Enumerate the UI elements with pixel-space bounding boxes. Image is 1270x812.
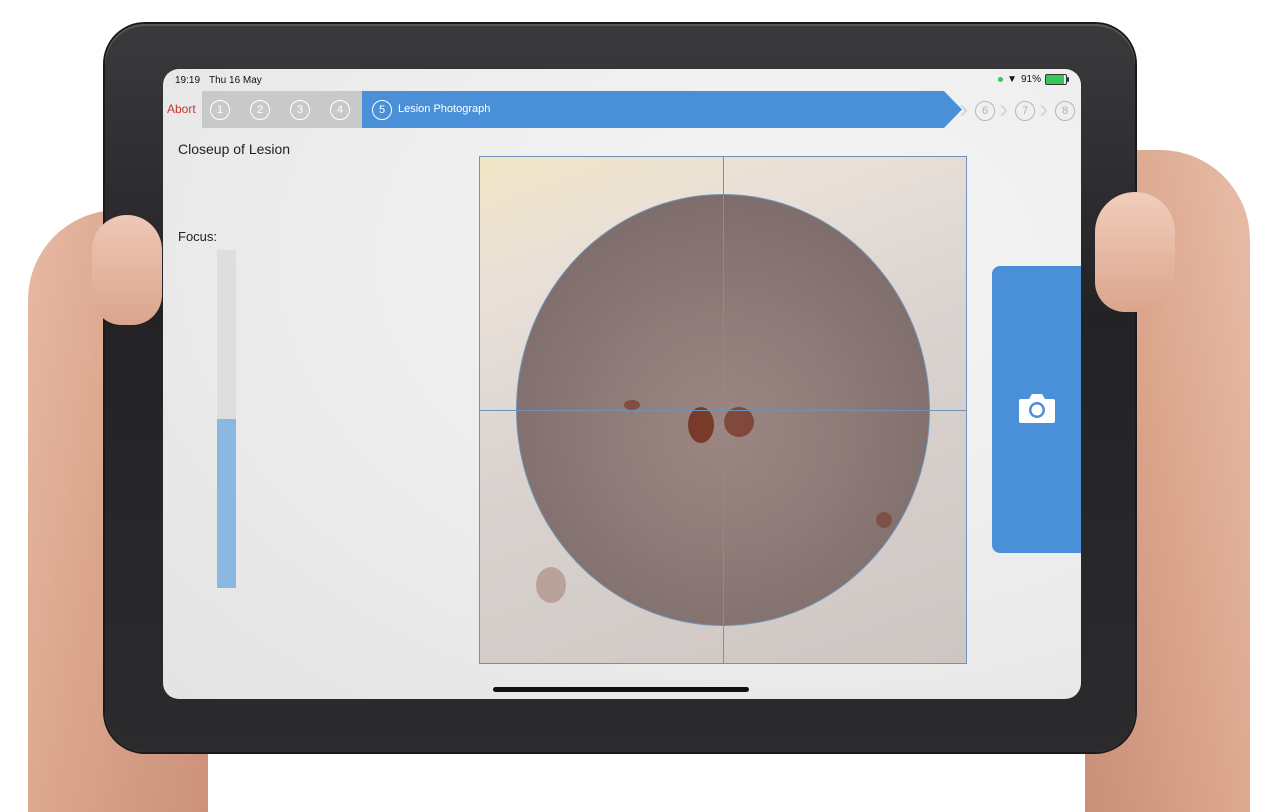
step-6: 6 xyxy=(975,101,995,121)
step-7: 7 xyxy=(1015,101,1035,121)
completed-steps: 1 2 3 4 xyxy=(202,91,362,128)
lesion-spot xyxy=(688,407,714,443)
camera-icon xyxy=(1019,394,1055,423)
current-step-label: Lesion Photograph xyxy=(398,103,491,115)
step-4[interactable]: 4 xyxy=(330,100,350,120)
lesion-spot xyxy=(624,400,640,410)
camera-active-dot xyxy=(998,77,1004,82)
wifi-icon: ▼ xyxy=(1007,74,1017,85)
battery-percent: 91% xyxy=(1020,74,1041,85)
chevron-right-icon: › xyxy=(999,93,1009,124)
battery-icon xyxy=(1045,74,1069,85)
app-screen: 19:19 Thu 16 May ▼ 91% Abort 1 2 3 4 5 L… xyxy=(163,69,1081,699)
page-title: Closeup of Lesion xyxy=(178,141,291,157)
lesion-spot xyxy=(876,512,892,528)
status-date: Thu 16 May xyxy=(209,75,262,86)
home-indicator xyxy=(493,687,749,692)
abort-button[interactable]: Abort xyxy=(167,102,196,116)
status-time: 19:19 xyxy=(175,75,201,86)
step-3[interactable]: 3 xyxy=(290,100,310,120)
mole-spot xyxy=(536,567,566,603)
step-8: 8 xyxy=(1055,101,1075,121)
right-thumb xyxy=(1095,192,1175,312)
camera-viewfinder[interactable] xyxy=(479,156,967,664)
step-2[interactable]: 2 xyxy=(250,100,270,120)
focus-label: Focus: xyxy=(178,229,218,244)
crosshair-vertical xyxy=(723,157,724,663)
focus-slider[interactable] xyxy=(217,250,236,588)
left-thumb xyxy=(92,215,162,325)
chevron-right-icon: › xyxy=(959,93,969,124)
step-progress-bar: Abort 1 2 3 4 5 Lesion Photograph › 6 › … xyxy=(163,91,1081,128)
step-5: 5 xyxy=(372,100,392,120)
capture-photo-button[interactable] xyxy=(992,266,1081,553)
step-1[interactable]: 1 xyxy=(210,100,230,120)
focus-level-fill xyxy=(217,419,236,588)
status-bar: 19:19 Thu 16 May ▼ 91% xyxy=(163,69,1081,91)
status-indicators: ▼ 91% xyxy=(998,74,1069,85)
chevron-right-icon: › xyxy=(1039,93,1049,124)
lesion-spot xyxy=(724,407,754,437)
